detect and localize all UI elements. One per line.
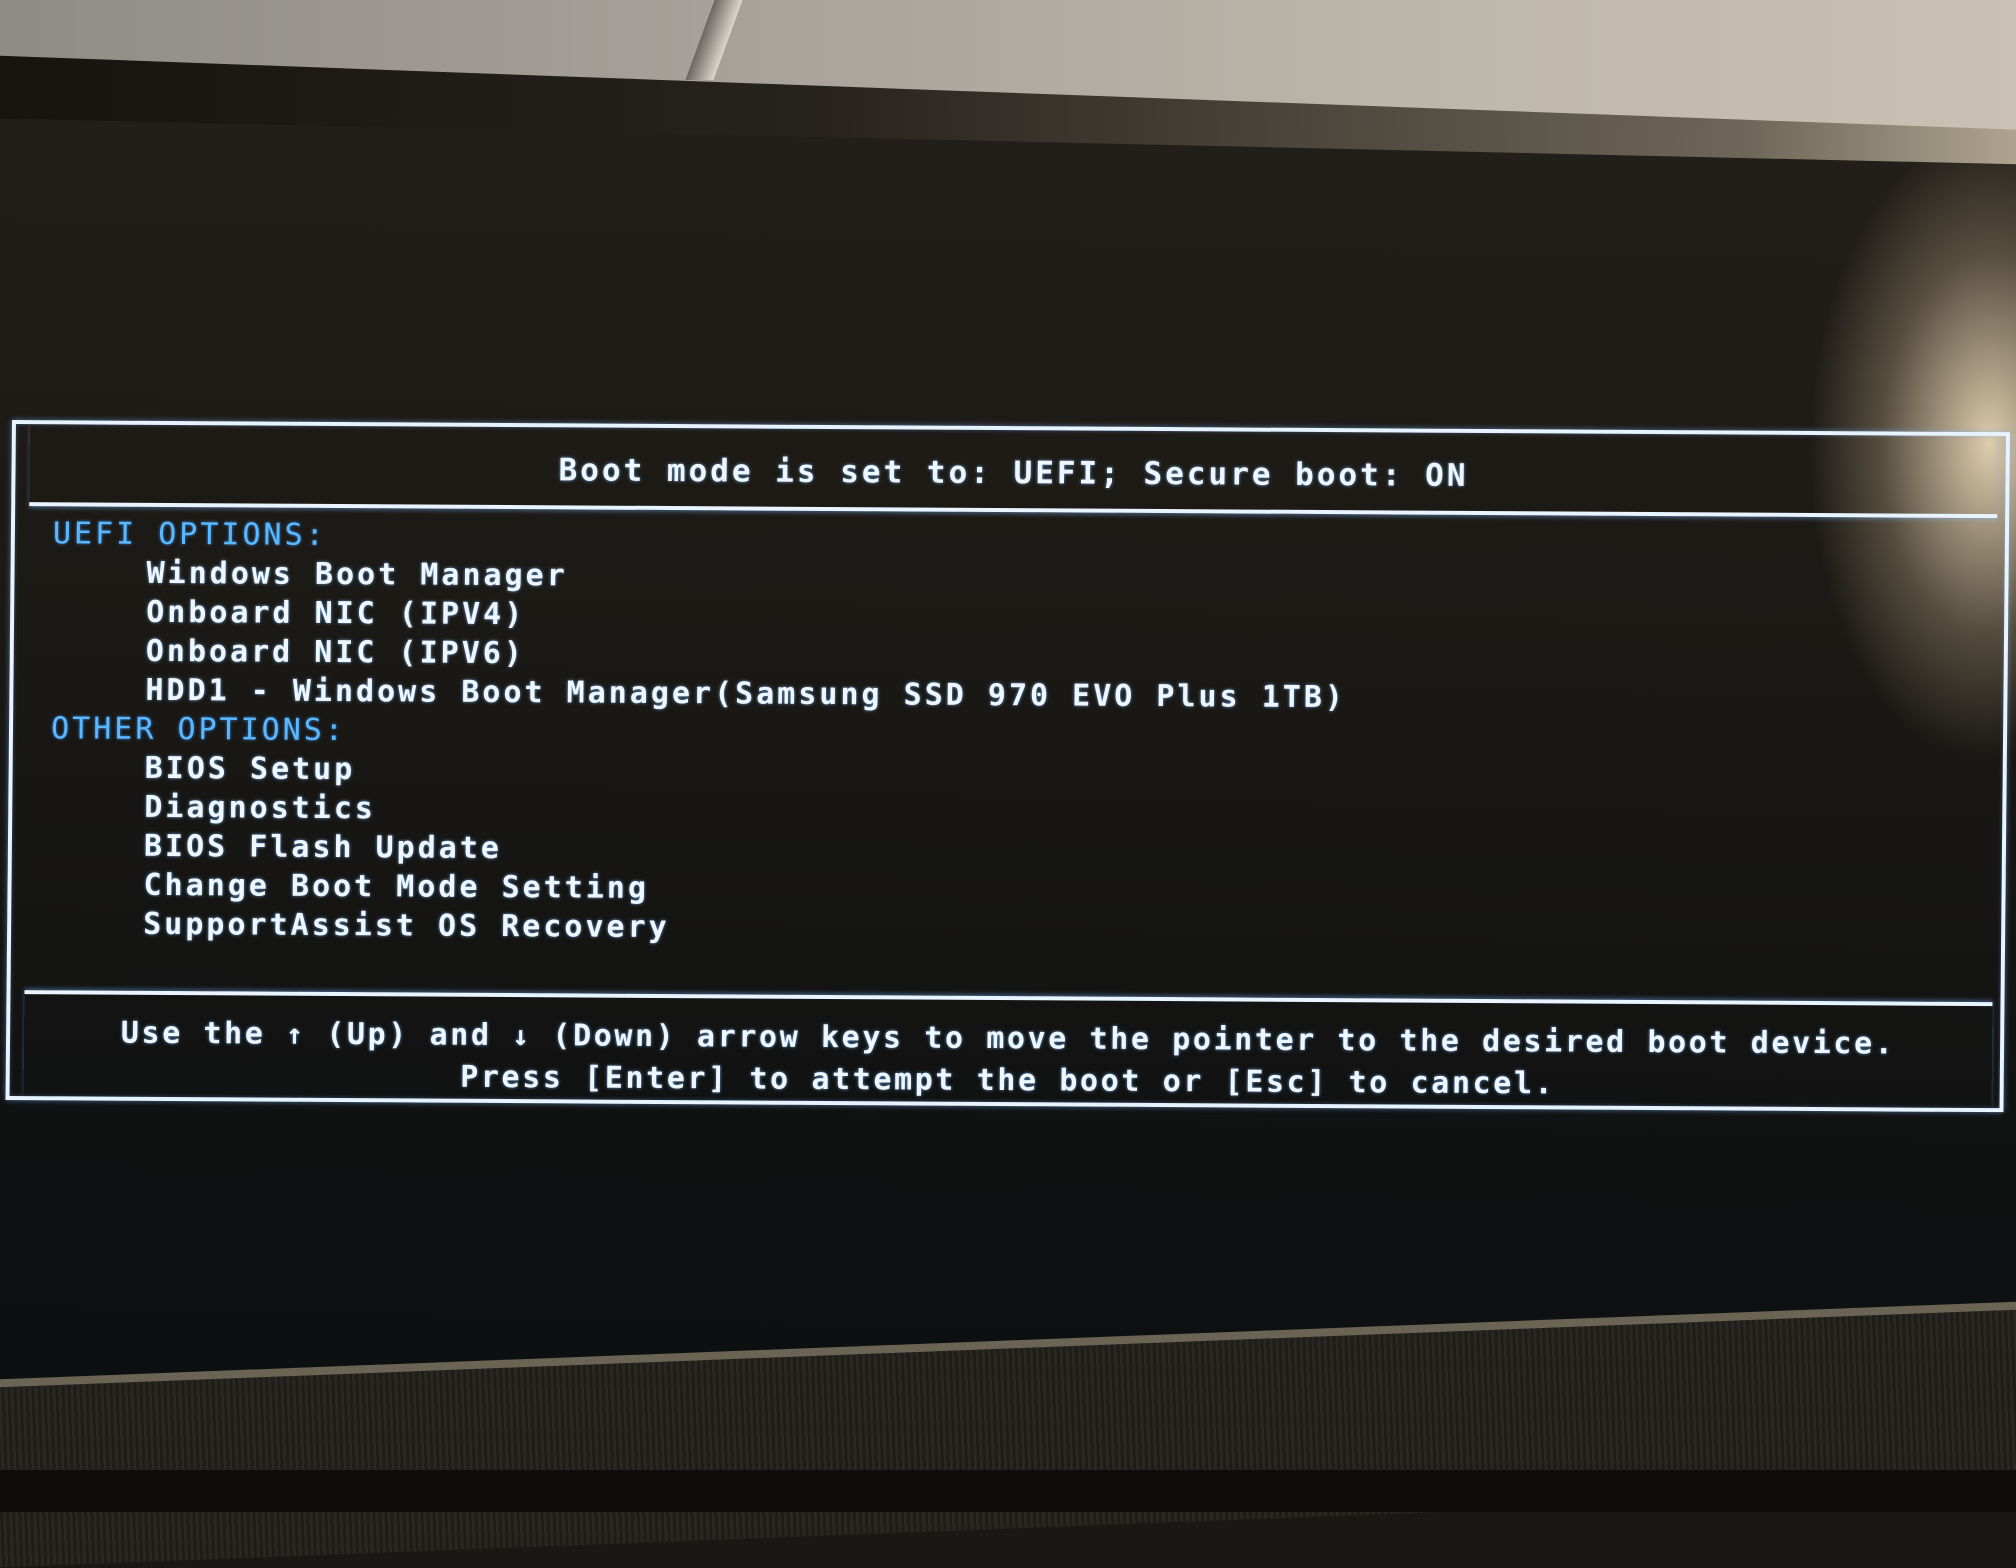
instructions-up-label: (Up) and (326, 1016, 492, 1053)
boot-mode-header: Boot mode is set to: UEFI; Secure boot: … (29, 424, 1998, 519)
instructions-suffix: (Down) arrow keys to move the pointer to… (552, 1018, 1896, 1062)
boot-menu-dialog: Boot mode is set to: UEFI; Secure boot: … (5, 420, 2010, 1113)
boot-mode-text: Boot mode is set to: UEFI; Secure boot: … (558, 452, 1469, 494)
instructions-prefix: Use the (120, 1015, 266, 1052)
down-arrow-icon: ↓ (512, 1019, 532, 1053)
up-arrow-icon: ↑ (285, 1017, 306, 1051)
boot-options-list: UEFI OPTIONS: Windows Boot Manager Onboa… (11, 506, 2005, 955)
monitor-base (0, 1470, 2016, 1512)
instructions-footer: Use the ↑ (Up) and ↓ (Down) arrow keys t… (23, 990, 1993, 1109)
